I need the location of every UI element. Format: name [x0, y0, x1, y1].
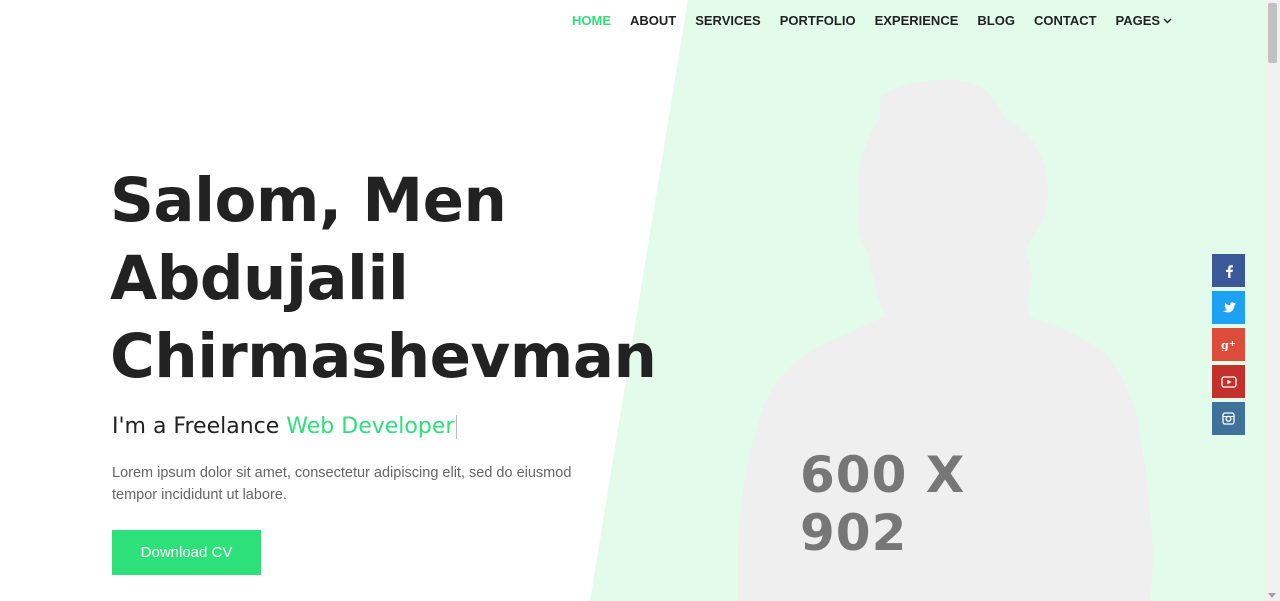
page-scrollbar[interactable] [1265, 0, 1280, 601]
typing-cursor [456, 414, 458, 439]
youtube-icon[interactable] [1212, 365, 1245, 398]
hero-description: Lorem ipsum dolor sit amet, consectetur … [112, 465, 572, 503]
nav-blog[interactable]: BLOG [977, 12, 1015, 30]
headline-line-1: Salom, Men [110, 165, 507, 236]
facebook-icon[interactable] [1212, 254, 1245, 287]
scroll-down-arrow-icon[interactable] [1268, 593, 1276, 598]
scrollbar-thumb[interactable] [1268, 3, 1277, 63]
google-plus-icon[interactable]: g + [1212, 328, 1245, 361]
hero-subtitle: I'm a Freelance Web Developer [112, 414, 458, 439]
subtitle-prefix: I'm a Freelance [112, 414, 280, 439]
download-cv-button[interactable]: Download CV [112, 530, 261, 575]
chevron-down-icon [1163, 18, 1172, 24]
social-links: g + [1212, 254, 1245, 439]
main-nav: HOME ABOUT SERVICES PORTFOLIO EXPERIENCE… [572, 12, 1191, 30]
nav-services[interactable]: SERVICES [695, 12, 761, 30]
hero-headline: Salom, Men Abdujalil Chirmashevman [110, 162, 710, 396]
svg-text:+: + [1229, 339, 1236, 348]
nav-pages-label: PAGES [1115, 13, 1161, 28]
instagram-icon[interactable] [1212, 402, 1245, 435]
nav-portfolio[interactable]: PORTFOLIO [780, 12, 856, 30]
headline-line-2: Abdujalil [110, 243, 409, 314]
subtitle-accent: Web Developer [286, 414, 455, 439]
nav-contact[interactable]: CONTACT [1034, 12, 1097, 30]
headline-line-3: Chirmashevman [110, 321, 657, 392]
nav-pages[interactable]: PAGES [1116, 12, 1173, 30]
nav-about[interactable]: ABOUT [630, 12, 676, 30]
nav-experience[interactable]: EXPERIENCE [875, 12, 959, 30]
image-placeholder-label: 600 X 902 [800, 446, 966, 562]
nav-home[interactable]: HOME [572, 12, 611, 30]
twitter-icon[interactable] [1212, 291, 1245, 324]
svg-text:g: g [1221, 339, 1229, 351]
